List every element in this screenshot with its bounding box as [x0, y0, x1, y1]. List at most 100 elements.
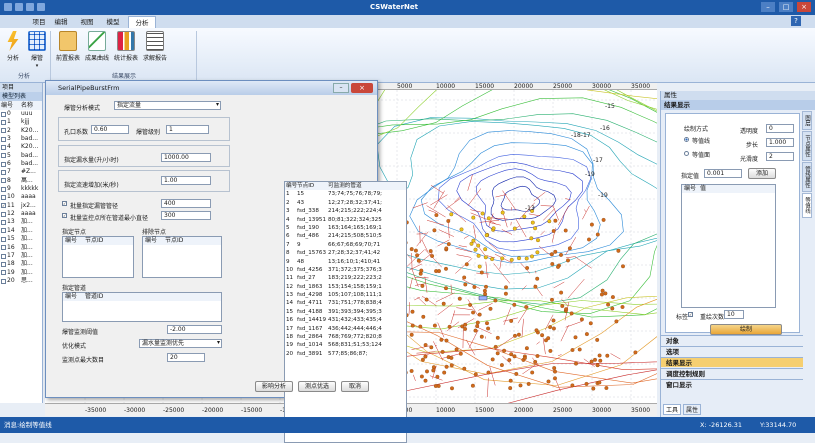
table-row[interactable]: 18fsd_2864768;769;772;820;8	[285, 333, 406, 341]
smoothness-input[interactable]: 2	[766, 152, 794, 161]
minimize-button[interactable]: –	[761, 2, 775, 12]
mode-select[interactable]: 指定流量	[114, 101, 221, 110]
row-checkbox[interactable]	[1, 254, 6, 259]
burst-level-input[interactable]: 1	[166, 125, 209, 134]
cancel-button[interactable]: 取消	[341, 381, 369, 392]
batch-min-checkbox[interactable]: ✓	[62, 213, 67, 218]
row-checkbox[interactable]	[1, 178, 6, 183]
nav-object[interactable]: 对象	[661, 335, 803, 345]
list-item[interactable]: 10aaaa	[0, 193, 42, 201]
tab-tools[interactable]: 工具	[663, 404, 681, 415]
row-checkbox[interactable]	[1, 153, 6, 158]
col-name-header[interactable]: 名称	[21, 101, 33, 110]
row-checkbox[interactable]	[1, 137, 6, 142]
batch-min-input[interactable]: 300	[161, 211, 211, 220]
row-checkbox[interactable]	[1, 228, 6, 233]
row-checkbox[interactable]	[1, 187, 6, 192]
tab-model[interactable]: 模型	[102, 16, 124, 28]
table-row[interactable]: 20fsd_3891577;85;86;87;	[285, 350, 406, 358]
col-id-header[interactable]: 编号	[0, 101, 21, 110]
label-checkbox[interactable]: ✓	[688, 312, 693, 317]
table-row[interactable]: 8fsd_1576327;28;32;37;41;42	[285, 249, 406, 257]
add-button[interactable]: 添加	[748, 168, 776, 179]
exclude-nodes-list[interactable]: 编号节点ID	[142, 236, 222, 278]
save-icon[interactable]	[15, 3, 23, 11]
table-row[interactable]: 6fsd_486214;215;508;510;5	[285, 232, 406, 240]
list-item[interactable]: 20思...	[0, 277, 42, 285]
list-item[interactable]: 17加...	[0, 252, 42, 260]
row-checkbox[interactable]: ✓	[1, 203, 6, 208]
table-row[interactable]: 24312;27;28;32;37;41;	[285, 199, 406, 207]
table-row[interactable]: 12fsd_1863153;154;158;159;1	[285, 283, 406, 291]
table-row[interactable]: 15fsd_4188391;393;394;395;3	[285, 308, 406, 316]
list-item[interactable]: 2K20...	[0, 127, 42, 135]
list-item[interactable]: 3bad...	[0, 135, 42, 143]
nav-options[interactable]: 选项	[661, 346, 803, 356]
table-row[interactable]: 4fsd_1395180;81;322;324;325	[285, 216, 406, 224]
row-checkbox[interactable]	[1, 245, 6, 250]
nav-window-display[interactable]: 窗口显示	[661, 379, 803, 389]
help-icon[interactable]: ?	[791, 16, 801, 26]
row-checkbox[interactable]	[1, 112, 6, 117]
list-item[interactable]: 5bad...	[0, 152, 42, 160]
row-checkbox[interactable]	[1, 145, 6, 150]
list-item[interactable]: 13加...	[0, 218, 42, 226]
contour-values-list[interactable]: 编号值	[681, 184, 776, 308]
row-checkbox[interactable]	[1, 270, 6, 275]
draw-button[interactable]: 绘制	[710, 324, 782, 335]
table-row[interactable]: 19fsd_1014568;831;51;53;124	[285, 341, 406, 349]
row-checkbox[interactable]	[1, 170, 6, 175]
list-item[interactable]: ✓11jx2...	[0, 202, 42, 210]
row-checkbox[interactable]	[1, 279, 6, 284]
model-list-tab[interactable]: 模型列表	[0, 92, 42, 101]
list-item[interactable]: 16加...	[0, 244, 42, 252]
table-row[interactable]: 16fsd_14419431;432;433;435;4	[285, 316, 406, 324]
list-item[interactable]: 0uuu	[0, 110, 42, 118]
row-checkbox[interactable]	[1, 162, 6, 167]
tab-properties[interactable]: 属性	[683, 404, 701, 415]
row-checkbox[interactable]	[1, 220, 6, 225]
impact-analysis-button[interactable]: 影响分析	[255, 381, 293, 392]
specify-nodes-list[interactable]: 编号节点ID	[62, 236, 134, 278]
row-checkbox[interactable]	[1, 128, 6, 133]
solve-report-button[interactable]: 求解报告	[142, 31, 168, 62]
maximize-button[interactable]: □	[779, 2, 793, 12]
step-input[interactable]: 1.000	[766, 138, 794, 147]
analysis-button[interactable]: 分析	[3, 31, 23, 62]
tab-edit[interactable]: 编辑	[50, 16, 72, 28]
list-item[interactable]: 18加...	[0, 260, 42, 268]
list-item[interactable]: 6bad...	[0, 160, 42, 168]
table-row[interactable]: 13fsd_4298105;107;108;111;1	[285, 291, 406, 299]
table-row[interactable]: 94813;16;10;1;410;41	[285, 258, 406, 266]
table-row[interactable]: 7966;67;68;69;70;71	[285, 241, 406, 249]
table-row[interactable]: 14fsd_4711731;751;778;838;4	[285, 299, 406, 307]
threshold-input[interactable]: -2.00	[167, 325, 222, 334]
row-checkbox[interactable]	[1, 212, 6, 217]
stat-report-button[interactable]: 统计报表	[113, 31, 139, 62]
dialog-close-button[interactable]: ×	[351, 83, 373, 93]
aperture-input[interactable]: 0.60	[91, 125, 129, 134]
leak-flow-input[interactable]: 1000.00	[161, 153, 211, 162]
list-item[interactable]: 1kjjj	[0, 118, 42, 126]
result-curve-button[interactable]: 成果曲线	[84, 31, 110, 62]
specify-pipes-list[interactable]: 编号管道ID	[62, 292, 222, 322]
list-item[interactable]: 12aaaa	[0, 210, 42, 218]
table-row[interactable]: 17fsd_1167436;442;444;446;4	[285, 325, 406, 333]
list-item[interactable]: 19加...	[0, 269, 42, 277]
batch-diameter-checkbox[interactable]: ✓	[62, 201, 67, 206]
row-checkbox[interactable]	[1, 120, 6, 125]
repeat-count-input[interactable]: 10	[724, 310, 744, 319]
burst-button[interactable]: 爆管▾	[27, 31, 47, 69]
velocity-increment-input[interactable]: 1.00	[161, 176, 211, 185]
table-row[interactable]: 10fsd_4256371;372;375;376;3	[285, 266, 406, 274]
redo-icon[interactable]	[37, 3, 45, 11]
dialog-minimize-button[interactable]: –	[333, 83, 349, 93]
list-item[interactable]: 4K20...	[0, 143, 42, 151]
side-tab-node-props[interactable]: 节点属性	[802, 131, 812, 161]
pre-report-button[interactable]: 前置报表	[55, 31, 81, 62]
tab-project[interactable]: 项目	[28, 16, 50, 28]
list-item[interactable]: 14加...	[0, 227, 42, 235]
list-item[interactable]: 9kkkkk	[0, 185, 42, 193]
specify-value-input[interactable]: 0.001	[704, 169, 742, 178]
tab-view[interactable]: 视图	[76, 16, 98, 28]
